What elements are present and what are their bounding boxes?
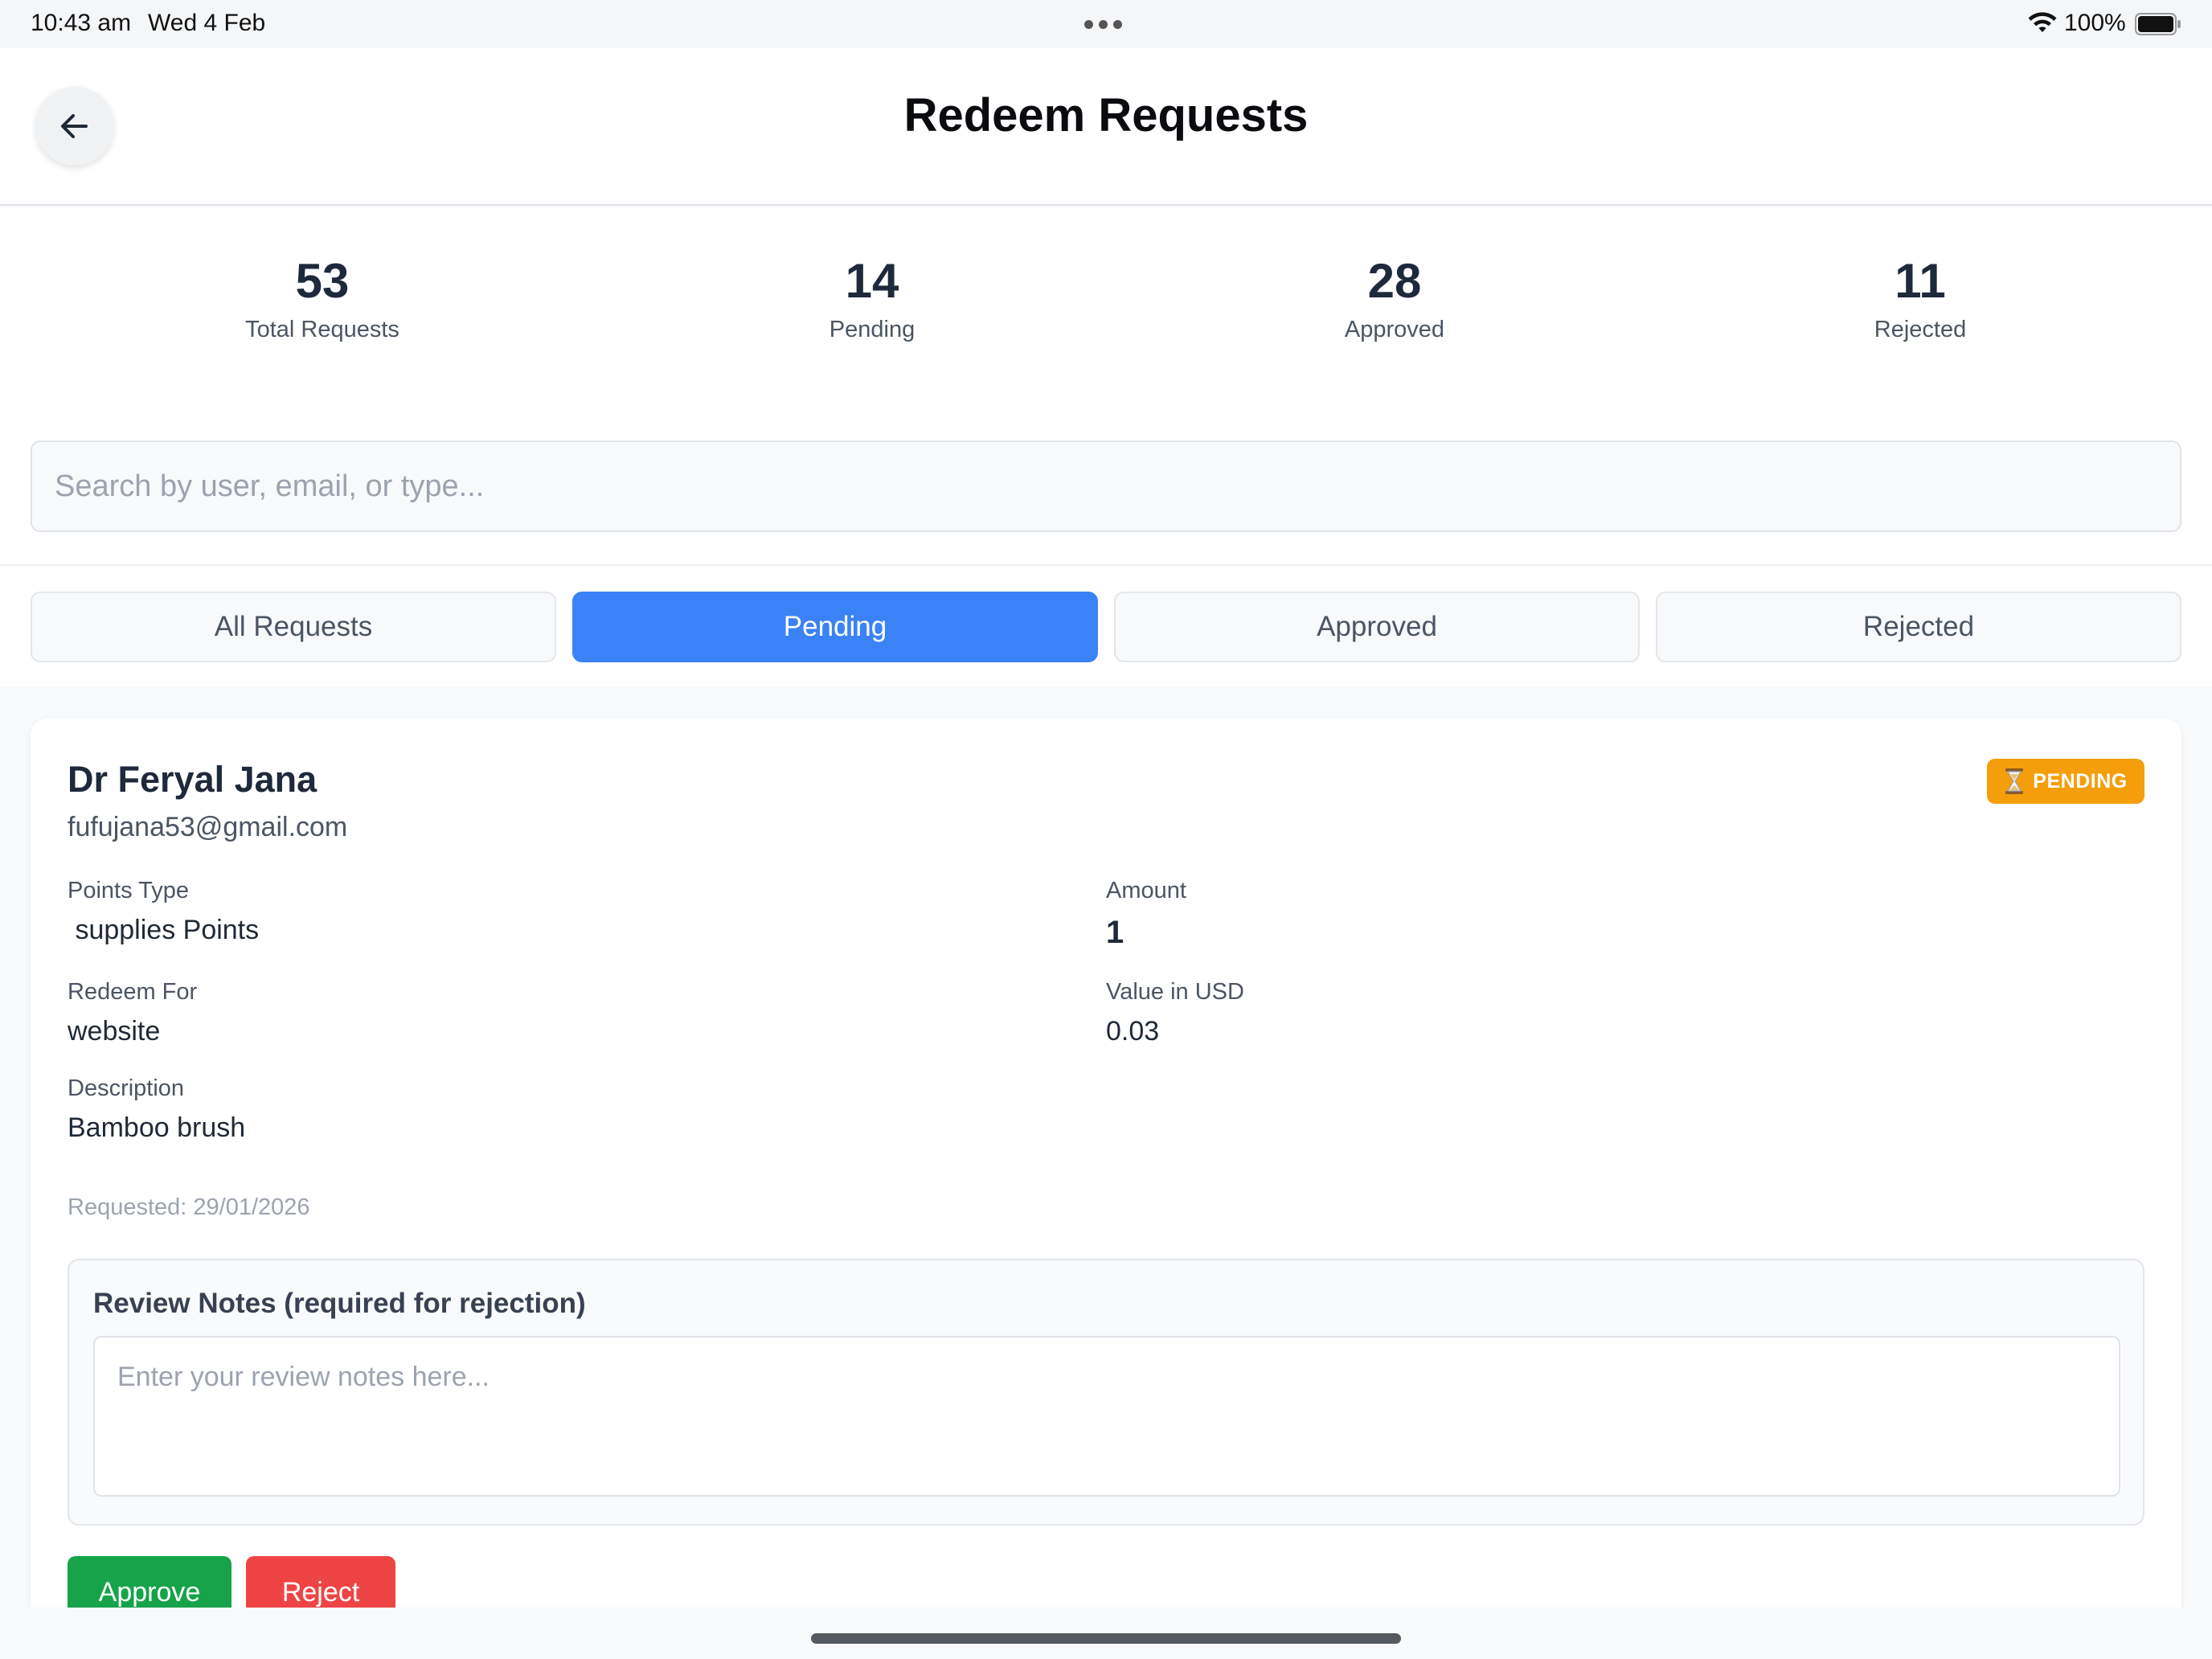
amount-value: 1 bbox=[1106, 915, 1124, 950]
redeem-requests-screen: 10:43 am Wed 4 Feb 100% Redeem Requests … bbox=[0, 0, 2212, 1659]
home-indicator[interactable] bbox=[811, 1633, 1401, 1644]
stat-label: Pending bbox=[829, 317, 916, 342]
filter-tabs: All Requests Pending Approved Rejected bbox=[0, 566, 2212, 686]
stat-total-requests: 53 Total Requests bbox=[162, 249, 483, 343]
request-card: Dr Feryal Jana fufujana53@gmail.com PEND… bbox=[31, 719, 2181, 1628]
value-usd-label: Value in USD bbox=[1106, 979, 1244, 1005]
requested-date: Requested: 29/01/2026 bbox=[68, 1194, 310, 1220]
stat-pending: 14 Pending bbox=[711, 249, 1033, 343]
status-time: 10:43 am bbox=[31, 10, 132, 36]
page-title: Redeem Requests bbox=[903, 89, 1309, 141]
app-header: Redeem Requests bbox=[0, 48, 2212, 206]
user-email: fufujana53@gmail.com bbox=[68, 812, 348, 842]
battery-percentage: 100% bbox=[2064, 10, 2126, 36]
user-name: Dr Feryal Jana bbox=[68, 759, 317, 800]
tab-rejected[interactable]: Rejected bbox=[1656, 592, 2181, 662]
hourglass-icon bbox=[2005, 768, 2024, 794]
tab-pending[interactable]: Pending bbox=[572, 592, 1098, 662]
description-value: Bamboo brush bbox=[68, 1112, 246, 1143]
review-notes-input[interactable] bbox=[93, 1336, 2120, 1497]
review-notes-section: Review Notes (required for rejection) bbox=[68, 1259, 2144, 1526]
points-type-value: supplies Points bbox=[68, 915, 260, 945]
redeem-for-value: website bbox=[68, 1016, 161, 1047]
value-usd-value: 0.03 bbox=[1106, 1016, 1160, 1047]
description-label: Description bbox=[68, 1075, 185, 1101]
stat-label: Total Requests bbox=[245, 317, 399, 342]
bottom-bar bbox=[0, 1608, 2212, 1659]
review-notes-label: Review Notes (required for rejection) bbox=[93, 1288, 586, 1319]
status-bar: 10:43 am Wed 4 Feb 100% bbox=[0, 0, 2212, 48]
stat-label: Rejected bbox=[1874, 317, 1967, 342]
search-input[interactable] bbox=[31, 440, 2181, 532]
battery-icon bbox=[2135, 13, 2181, 35]
redeem-for-label: Redeem For bbox=[68, 979, 198, 1005]
stat-value: 11 bbox=[1895, 254, 1946, 308]
tab-all-requests[interactable]: All Requests bbox=[31, 592, 556, 662]
status-badge: PENDING bbox=[1987, 759, 2144, 804]
stat-value: 53 bbox=[295, 254, 350, 308]
stat-rejected: 11 Rejected bbox=[1759, 249, 2081, 343]
stat-approved: 28 Approved bbox=[1234, 249, 1555, 343]
amount-label: Amount bbox=[1106, 878, 1186, 903]
multitasking-dots-icon[interactable] bbox=[1084, 20, 1122, 29]
stat-value: 14 bbox=[845, 254, 899, 308]
status-date: Wed 4 Feb bbox=[148, 10, 266, 36]
stat-value: 28 bbox=[1367, 254, 1422, 308]
status-badge-label: PENDING bbox=[2033, 769, 2128, 793]
stat-label: Approved bbox=[1344, 317, 1445, 342]
points-type-label: Points Type bbox=[68, 878, 190, 903]
tab-approved[interactable]: Approved bbox=[1114, 592, 1640, 662]
wifi-icon bbox=[2028, 12, 2057, 32]
